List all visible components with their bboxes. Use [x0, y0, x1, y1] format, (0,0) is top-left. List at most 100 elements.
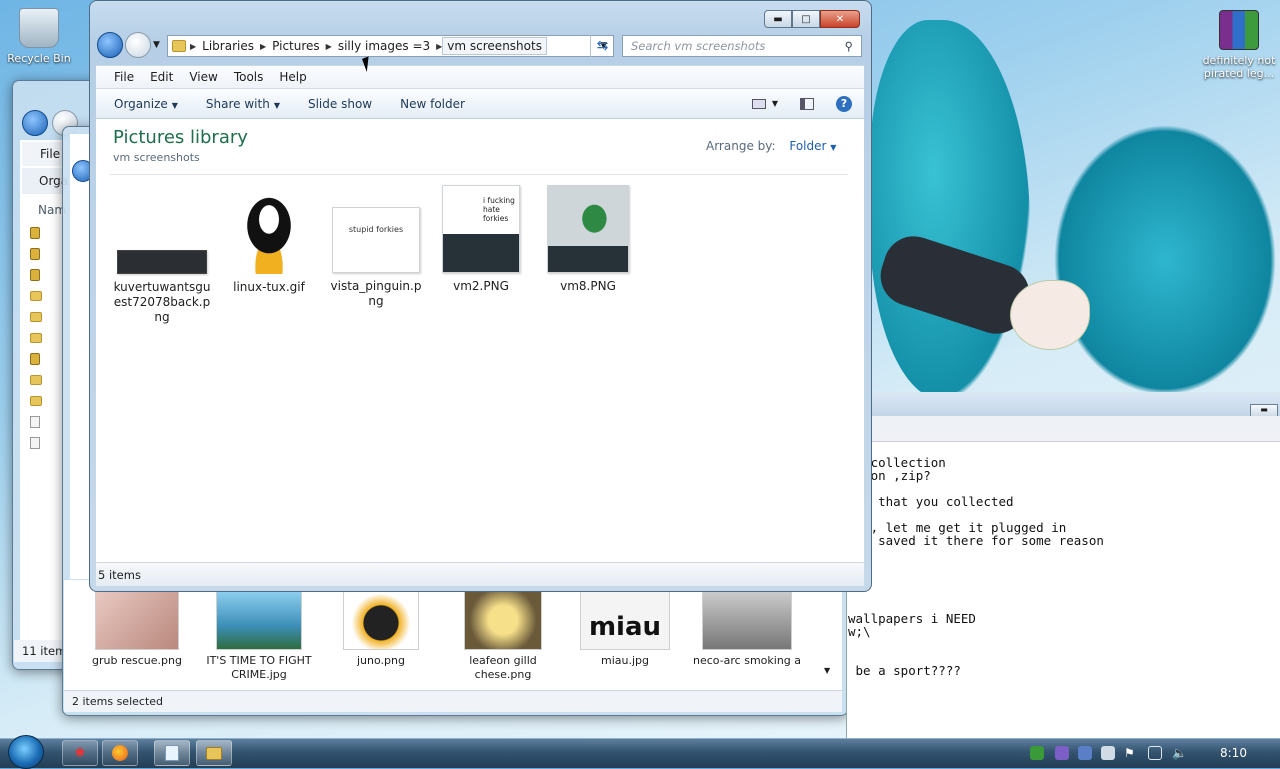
- tray-windows-icon[interactable]: [1078, 746, 1092, 760]
- nav-tree-item[interactable]: [30, 411, 70, 432]
- taskbar-explorer-icon[interactable]: [196, 740, 232, 766]
- text-line: [848, 547, 1278, 560]
- taskbar-notepad-icon[interactable]: [154, 740, 190, 766]
- back-arrow-icon[interactable]: [22, 110, 48, 136]
- scroll-down-arrow-icon[interactable]: ▼: [824, 666, 830, 675]
- nav-tree-item[interactable]: [30, 327, 70, 348]
- refresh-button[interactable]: ⇆: [590, 35, 614, 57]
- file-item[interactable]: IT'S TIME TO FIGHT CRIME.jpg: [204, 590, 314, 682]
- breadcrumb-pictures[interactable]: Pictures: [266, 39, 326, 53]
- file-item[interactable]: grub rescue.png: [82, 590, 192, 668]
- file-name: neco-arc smoking a: [692, 654, 802, 667]
- lock-icon: [30, 268, 40, 281]
- text-window-menubar: [846, 416, 1280, 442]
- nav-tree-item[interactable]: [30, 390, 70, 411]
- app-icon: ✱: [74, 745, 86, 761]
- nav-tree-item[interactable]: [30, 348, 70, 369]
- tray-volume-icon[interactable]: 🔈: [1172, 746, 1187, 760]
- nav-tree-item[interactable]: [30, 264, 70, 285]
- close-button[interactable]: ✕: [820, 10, 860, 28]
- arrange-by-label: Arrange by:: [706, 139, 776, 153]
- file-item[interactable]: stupid forkies vista_pinguin.png: [328, 207, 424, 309]
- slide-show-button[interactable]: Slide show: [308, 97, 372, 111]
- taskbar-firefox-icon[interactable]: [102, 740, 138, 766]
- address-bar[interactable]: ▶ Libraries ▶ Pictures ▶ silly images =3…: [167, 35, 614, 57]
- divider: [110, 174, 848, 175]
- file-item[interactable]: kuvertuwantsguest72078back.png: [113, 250, 211, 325]
- folder-icon: [30, 290, 42, 301]
- back-arrow-icon[interactable]: [97, 32, 123, 58]
- breadcrumb-silly-images[interactable]: silly images =3: [332, 39, 436, 53]
- file-thumbnail: stupid forkies: [332, 207, 420, 273]
- arrange-by: Arrange by: Folder ▼: [706, 139, 836, 153]
- wallpaper-hand-shape: [1010, 280, 1090, 350]
- file-name: miau.jpg: [600, 654, 649, 667]
- recent-pages-chevron-down-icon[interactable]: ▼: [153, 40, 160, 50]
- tray-network-icon[interactable]: [1030, 746, 1044, 760]
- tray-mic-icon[interactable]: [1055, 746, 1069, 760]
- nav-tree-item[interactable]: [30, 369, 70, 390]
- file-thumbnail: [343, 590, 419, 650]
- chevron-down-icon: ▼: [171, 100, 178, 110]
- file-item[interactable]: leafeon gilld chese.png: [448, 590, 558, 682]
- maximize-button[interactable]: □: [792, 10, 820, 28]
- new-folder-button[interactable]: New folder: [400, 97, 465, 111]
- menu-file[interactable]: File: [114, 70, 134, 84]
- menu-tools[interactable]: Tools: [234, 70, 264, 84]
- nav-tree-item[interactable]: [30, 222, 70, 243]
- menu-help[interactable]: Help: [279, 70, 306, 84]
- start-button-windows-icon[interactable]: [8, 735, 44, 769]
- desktop-icon-rar-archive[interactable]: definitely not pirated leg...: [1198, 10, 1280, 80]
- menu-bar: File Edit View Tools Help: [96, 65, 864, 89]
- chevron-down-icon: ▼: [830, 143, 837, 152]
- minimize-button[interactable]: ▬: [764, 10, 792, 28]
- tray-device-icon[interactable]: [1101, 746, 1115, 760]
- text-window-titlebar[interactable]: [846, 392, 1280, 416]
- view-options-icon[interactable]: [751, 98, 766, 109]
- folder-icon: [30, 395, 42, 406]
- library-subtitle: vm screenshots: [113, 151, 200, 164]
- window-controls: ▬ □ ✕: [764, 10, 860, 28]
- desktop-icon-recycle-bin[interactable]: Recycle Bin: [0, 8, 78, 65]
- view-chevron-down-icon[interactable]: ▼: [772, 99, 778, 108]
- text-line: ne saved it there for some reason: [848, 533, 1104, 548]
- nav-tree-item[interactable]: [30, 285, 70, 306]
- menu-edit[interactable]: Edit: [150, 70, 173, 84]
- forward-arrow-icon[interactable]: [125, 32, 151, 58]
- text-line: wallpapers i NEED: [848, 611, 976, 626]
- file-name: vm2.PNG: [453, 279, 509, 293]
- organize-label: Organize: [114, 96, 168, 111]
- file-item[interactable]: miau miau.jpg: [570, 590, 680, 668]
- taskbar-clock[interactable]: 8:10: [1220, 746, 1247, 760]
- back-window-1-organize[interactable]: Orga: [22, 168, 68, 194]
- nav-tree-item[interactable]: [30, 306, 70, 327]
- explorer-folder-icon: [206, 746, 222, 760]
- help-icon[interactable]: ?: [836, 95, 852, 112]
- desktop-icon-label: Recycle Bin: [7, 52, 71, 65]
- search-input[interactable]: Search vm screenshots ⚲: [622, 35, 862, 57]
- breadcrumb-vm-screenshots[interactable]: vm screenshots: [442, 37, 547, 55]
- menu-view[interactable]: View: [189, 70, 217, 84]
- search-icon[interactable]: ⚲: [845, 39, 853, 53]
- library-title: Pictures library: [113, 127, 248, 148]
- preview-pane-icon[interactable]: [800, 97, 814, 110]
- maximize-icon: □: [801, 13, 811, 25]
- breadcrumb-libraries[interactable]: Libraries: [196, 39, 260, 53]
- arrange-by-dropdown[interactable]: Folder ▼: [789, 139, 836, 153]
- file-item[interactable]: vm8.PNG: [540, 185, 636, 294]
- nav-tree-item[interactable]: [30, 243, 70, 264]
- back-window-1-name-header[interactable]: Nam: [22, 200, 66, 220]
- chevron-down-icon: ▼: [273, 100, 280, 110]
- tray-flag-icon[interactable]: ⚑: [1124, 746, 1138, 760]
- file-item[interactable]: juno.png: [326, 590, 436, 668]
- share-with-button[interactable]: Share with ▼: [206, 97, 280, 111]
- file-item[interactable]: linux-tux.gif: [221, 186, 317, 295]
- lock-icon: [30, 247, 40, 260]
- tray-monitor-icon[interactable]: [1148, 746, 1162, 760]
- taskbar-app-icon[interactable]: ✱: [62, 740, 98, 766]
- back-window-1-menu-file[interactable]: File: [22, 142, 64, 166]
- file-item[interactable]: i fucking hate forkies vm2.PNG: [433, 185, 529, 294]
- file-item[interactable]: neco-arc smoking a: [692, 590, 802, 668]
- organize-button[interactable]: Organize ▼: [114, 97, 178, 111]
- nav-tree-item[interactable]: [30, 432, 70, 453]
